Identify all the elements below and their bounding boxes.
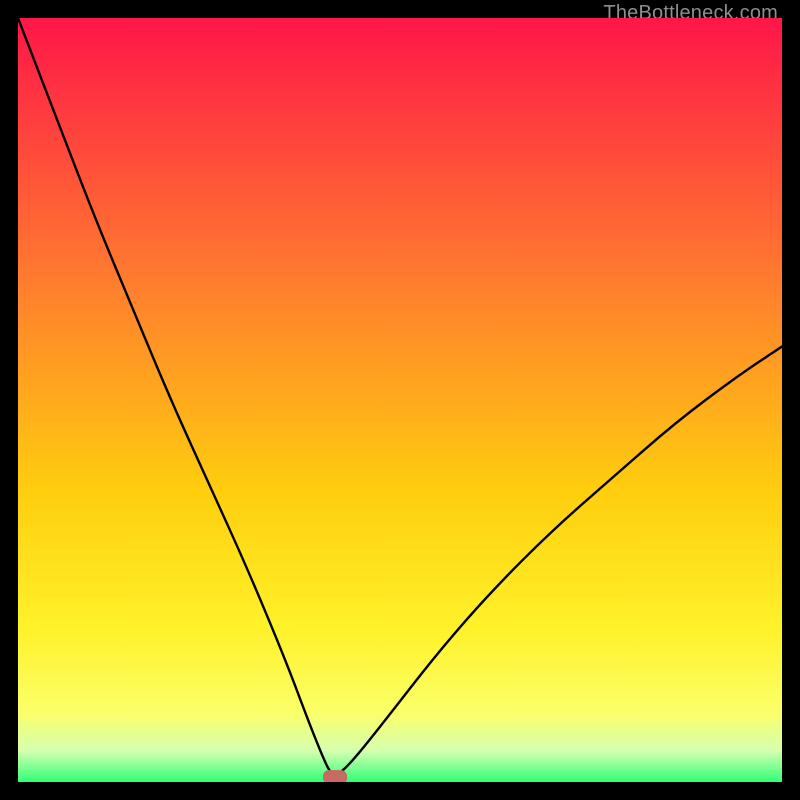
chart-frame <box>18 18 782 782</box>
optimal-point-marker <box>323 770 347 782</box>
bottleneck-chart <box>18 18 782 782</box>
gradient-background <box>18 18 782 782</box>
